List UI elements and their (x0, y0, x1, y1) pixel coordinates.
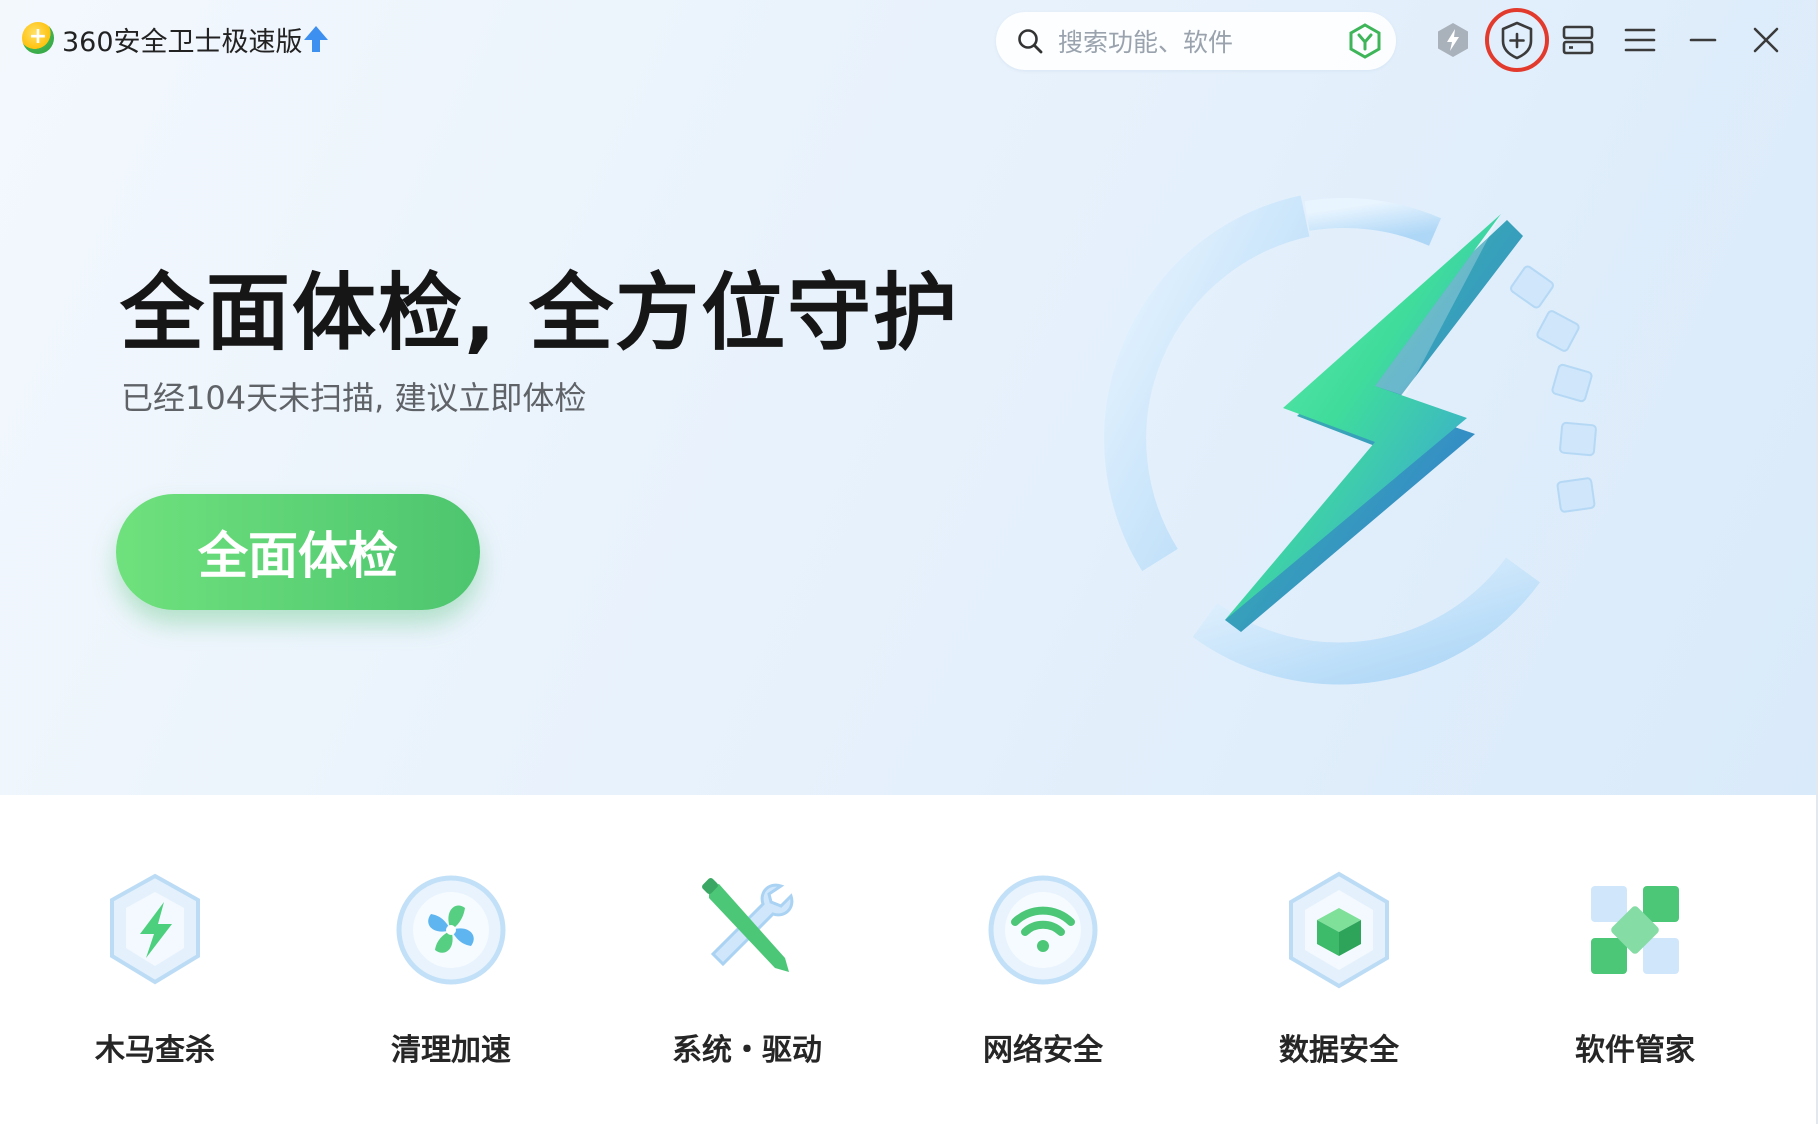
tool-label: 网络安全 (983, 1033, 1103, 1068)
tools-icon (702, 878, 794, 972)
menu-icon[interactable] (1616, 16, 1664, 64)
app-title: 360安全卫士极速版 (62, 27, 303, 58)
tool-label: 木马查杀 (95, 1033, 215, 1068)
wifi-icon (988, 875, 1098, 985)
tool-system-driver[interactable]: 系统・驱动 (637, 865, 857, 1075)
hero-title: 全面体检, 全方位守护 (120, 264, 960, 362)
tool-data-security[interactable]: 数据安全 (1229, 865, 1449, 1075)
tool-software-manager[interactable]: 软件管家 (1525, 865, 1745, 1075)
highlight-circle (1485, 8, 1549, 72)
software-grid-icon (1591, 886, 1679, 974)
yuanbao-icon[interactable] (1346, 22, 1384, 60)
360-logo-icon: + (22, 22, 54, 54)
minimize-icon[interactable] (1679, 16, 1727, 64)
data-cube-icon (1289, 871, 1389, 989)
close-icon[interactable] (1742, 16, 1790, 64)
full-scan-button[interactable]: 全面体检 (116, 494, 480, 610)
speed-boost-icon[interactable] (1429, 16, 1477, 64)
search-input[interactable] (1056, 21, 1330, 63)
tool-network-security[interactable]: 网络安全 (933, 865, 1153, 1075)
shield-lightning-icon (110, 873, 200, 985)
search-box[interactable] (996, 12, 1396, 70)
scan-status-text: 已经104天未扫描, 建议立即体检 (121, 379, 587, 417)
layout-switch-icon[interactable] (1554, 16, 1602, 64)
search-icon (1018, 29, 1043, 54)
tool-label: 数据安全 (1279, 1033, 1399, 1068)
lightning-emblem-icon (1104, 195, 1597, 685)
tool-trojan-scan[interactable]: 木马查杀 (45, 865, 265, 1075)
tool-label: 清理加速 (391, 1033, 511, 1068)
upgrade-arrow-icon[interactable] (302, 24, 330, 54)
tool-label: 软件管家 (1575, 1033, 1695, 1068)
tool-label: 系统・驱动 (672, 1033, 822, 1068)
tool-clean-speedup[interactable]: 清理加速 (341, 865, 561, 1075)
fan-icon (396, 875, 506, 985)
